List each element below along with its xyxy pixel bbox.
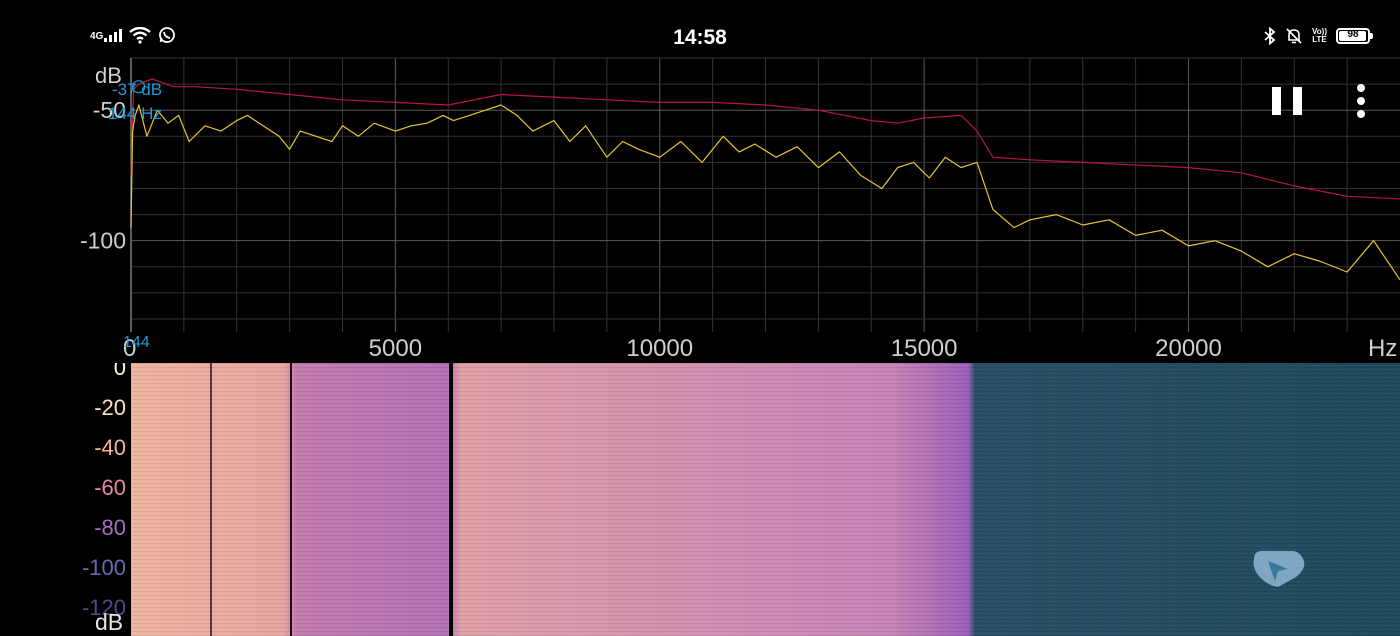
x-unit-label: Hz bbox=[1368, 335, 1397, 362]
more-options-button[interactable] bbox=[1348, 84, 1374, 118]
status-right: Vo)) LTE 98 bbox=[1264, 27, 1373, 45]
spectrogram-scale-label: -20 bbox=[94, 395, 126, 420]
spectrogram-scale-labels: 0-20-40-60-80-100-120 bbox=[82, 363, 126, 620]
spectrogram-scale-label: -40 bbox=[94, 435, 126, 460]
battery-label: 98 bbox=[1347, 29, 1359, 40]
spectrum-chart[interactable]: dB Hz -50-100 0 5000 10000 15000 20000 bbox=[0, 56, 1400, 363]
battery-icon: 98 bbox=[1336, 28, 1373, 44]
cursor-db-readout: -37 dB bbox=[112, 80, 163, 99]
bluetooth-icon bbox=[1264, 27, 1276, 45]
cursor-hz-readout: 144 Hz bbox=[108, 104, 162, 123]
menu-dot-icon bbox=[1357, 84, 1365, 92]
status-bar: 4G 14:58 Vo)) LTE 98 bbox=[0, 0, 1400, 60]
volte-bottom: LTE bbox=[1312, 35, 1327, 44]
mute-icon bbox=[1286, 28, 1302, 44]
spectrogram[interactable]: 0-20-40-60-80-100-120 dB bbox=[0, 363, 1400, 636]
spectrogram-scale-label: -80 bbox=[94, 515, 126, 540]
x-tick-label: 20000 bbox=[1155, 335, 1222, 362]
spectrogram-scale-label: -60 bbox=[94, 475, 126, 500]
x-tick-label: 15000 bbox=[891, 335, 958, 362]
cursor-axis-readout: 144 bbox=[123, 334, 150, 351]
spectrogram-scale-label: 0 bbox=[114, 363, 126, 380]
volte-icon: Vo)) LTE bbox=[1312, 28, 1327, 44]
spectrum-grid bbox=[131, 57, 1400, 332]
clock: 14:58 bbox=[673, 26, 727, 49]
pause-icon-bar-left bbox=[1272, 87, 1281, 115]
spectrogram-scale-label: -100 bbox=[82, 555, 126, 580]
menu-dot-icon bbox=[1357, 97, 1365, 105]
y-tick-label: -100 bbox=[80, 228, 126, 254]
pause-icon-bar-right bbox=[1293, 87, 1302, 115]
menu-dot-icon bbox=[1357, 110, 1365, 118]
pause-button[interactable] bbox=[1272, 85, 1302, 117]
x-tick-label: 5000 bbox=[369, 335, 422, 362]
x-tick-label: 10000 bbox=[626, 335, 693, 362]
x-tick-labels: 0 5000 10000 15000 20000 bbox=[123, 335, 1222, 362]
spectrogram-unit-label: dB bbox=[95, 609, 123, 635]
watermark-logo-icon bbox=[1253, 551, 1305, 587]
spectrogram-texture bbox=[131, 363, 1400, 636]
